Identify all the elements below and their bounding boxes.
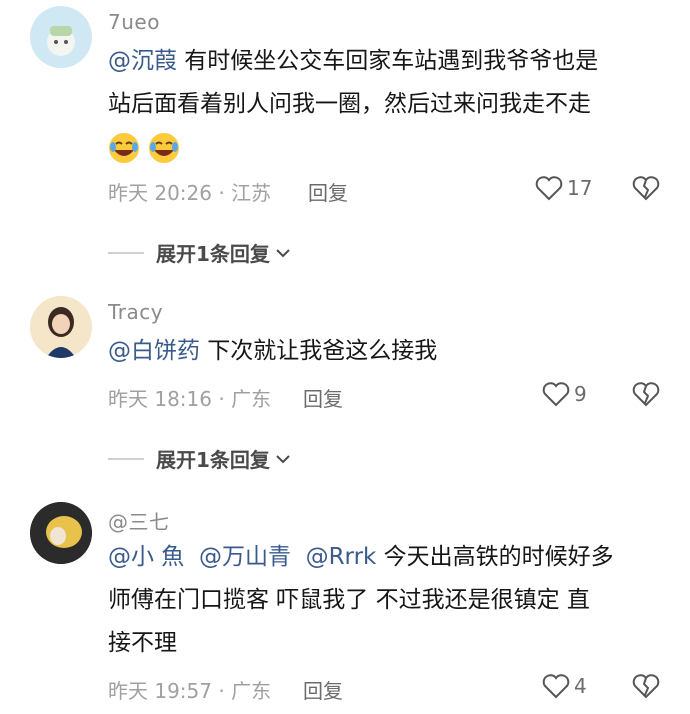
comment-item: @三七 @小 魚 @万山青 @Rrrk 今天出高铁的时候好多 师傅在门口揽客 吓… — [0, 496, 690, 714]
heart-icon — [542, 382, 570, 407]
avatar[interactable] — [30, 502, 92, 564]
comment-text: @小 魚 @万山青 @Rrrk 今天出高铁的时候好多 师傅在门口揽客 吓鼠我了 … — [108, 544, 614, 656]
dislike-button[interactable] — [632, 381, 660, 411]
avatar[interactable] — [30, 296, 92, 358]
mention-link[interactable]: @白饼药 — [108, 338, 200, 364]
like-count: 9 — [574, 382, 587, 406]
mention-link[interactable]: @万山青 — [199, 544, 291, 570]
reply-button[interactable]: 回复 — [303, 675, 343, 704]
like-button[interactable]: 17 — [535, 175, 592, 201]
avatar-image — [30, 6, 92, 68]
like-count: 4 — [574, 674, 587, 698]
username[interactable]: 7ueo — [108, 10, 160, 34]
like-count: 17 — [567, 176, 593, 200]
avatar-image — [30, 296, 92, 358]
reply-button[interactable]: 回复 — [308, 177, 348, 206]
crying-laughing-emoji-icon — [109, 132, 139, 163]
broken-heart-icon — [632, 176, 660, 201]
mention-link[interactable]: @沉葭 — [108, 48, 177, 74]
comment-text: @白饼药 下次就让我爸这么接我 — [108, 338, 438, 364]
comment-item: Tracy @白饼药 下次就让我爸这么接我 昨天 18:16 · 广东 回复 9… — [0, 290, 690, 473]
heart-icon — [535, 176, 563, 201]
comment-item: 7ueo @沉葭 有时候坐公交车回家车站遇到我爷爷也是 站后面看着别人问我一圈，… — [0, 0, 690, 280]
divider-line — [108, 251, 144, 254]
username[interactable]: @三七 — [108, 506, 170, 535]
reply-button[interactable]: 回复 — [303, 383, 343, 412]
avatar[interactable] — [30, 6, 92, 68]
username[interactable]: Tracy — [108, 300, 163, 324]
comment-text: @沉葭 有时候坐公交车回家车站遇到我爷爷也是 站后面看着别人问我一圈，然后过来问… — [108, 40, 668, 169]
broken-heart-icon — [632, 382, 660, 407]
comment-meta: 昨天 18:16 · 广东 — [108, 387, 272, 411]
chevron-down-icon — [276, 454, 290, 463]
chevron-down-icon — [276, 248, 290, 257]
crying-laughing-emoji-icon — [149, 132, 179, 163]
mention-link[interactable]: @小 魚 — [108, 544, 184, 570]
expand-replies-button[interactable]: 展开1条回复 — [108, 444, 292, 473]
heart-icon — [542, 674, 570, 699]
broken-heart-icon — [632, 674, 660, 699]
dislike-button[interactable] — [632, 175, 660, 205]
mention-link[interactable]: @Rrrk — [306, 544, 377, 570]
avatar-image — [30, 502, 92, 564]
comment-meta: 昨天 19:57 · 广东 — [108, 679, 272, 703]
expand-replies-button[interactable]: 展开1条回复 — [108, 238, 292, 267]
comment-meta: 昨天 20:26 · 江苏 — [108, 181, 272, 205]
dislike-button[interactable] — [632, 673, 660, 703]
like-button[interactable]: 9 — [542, 381, 587, 407]
divider-line — [108, 457, 144, 460]
like-button[interactable]: 4 — [542, 673, 587, 699]
